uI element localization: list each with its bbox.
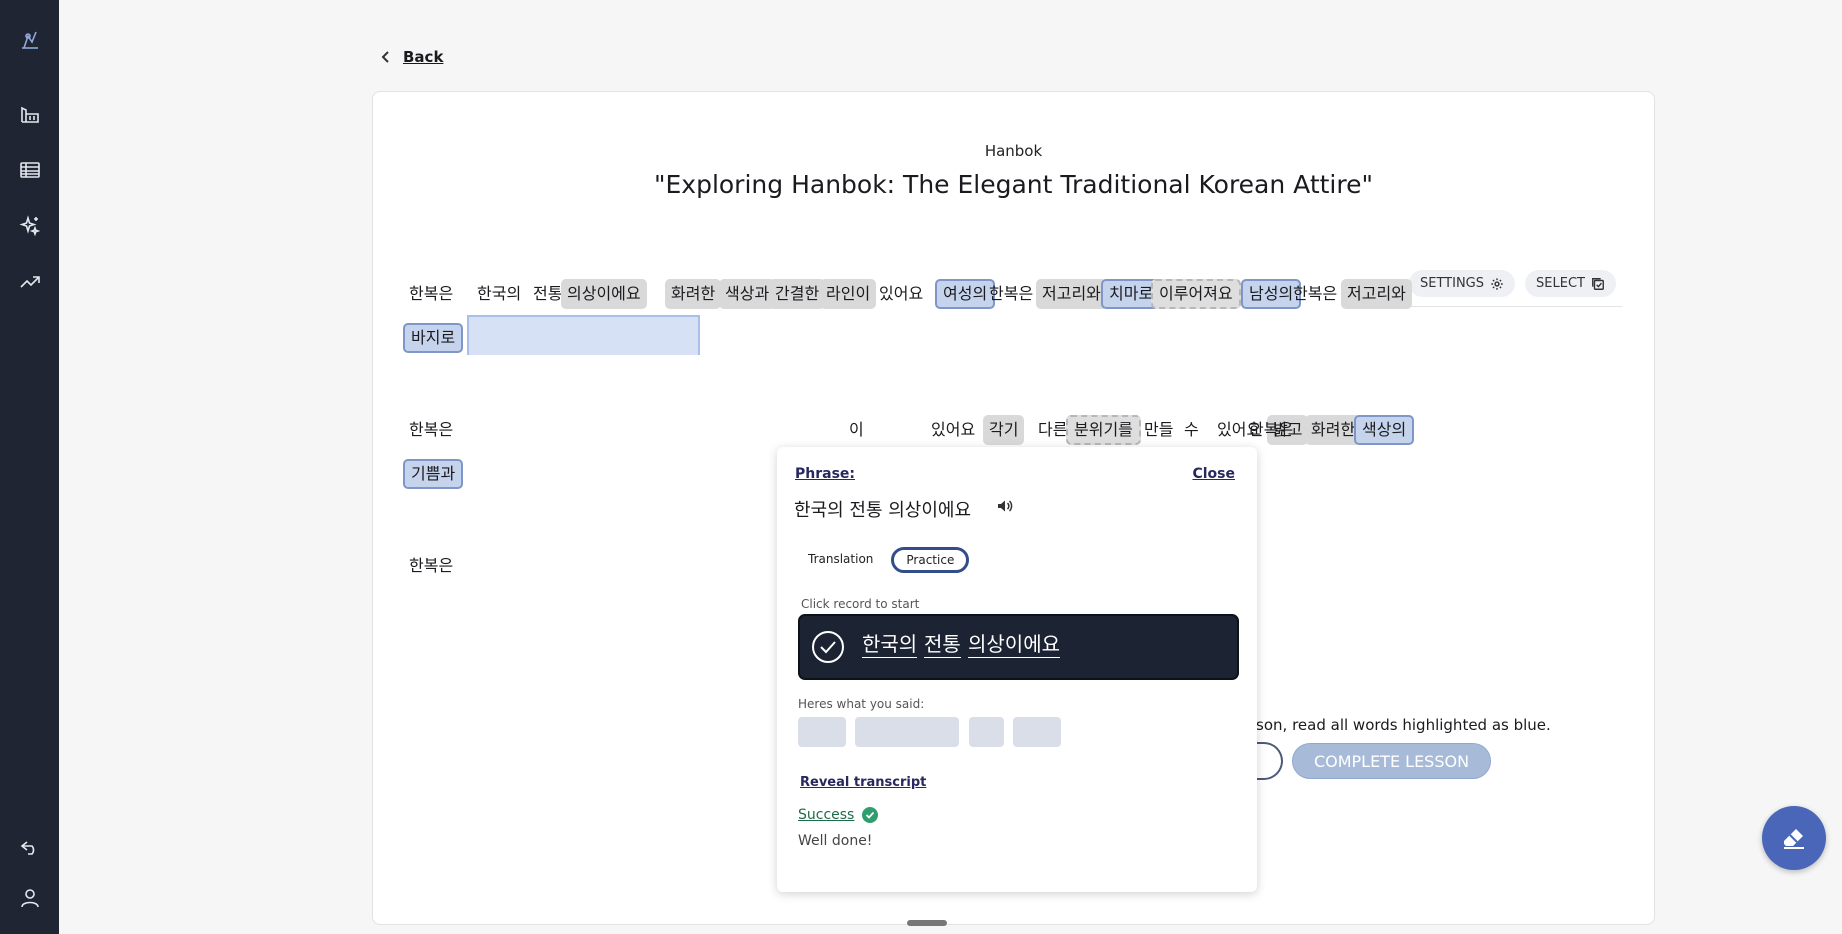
tab-practice[interactable]: Practice	[891, 547, 970, 573]
trending-up-icon[interactable]	[0, 262, 59, 302]
word-chip[interactable]: 한복은	[403, 279, 459, 309]
word-chip[interactable]: 한복은	[1243, 415, 1299, 445]
word-chip[interactable]: 있어요	[873, 279, 929, 309]
notes-fab-button[interactable]	[1762, 806, 1826, 870]
complete-lesson-button[interactable]: COMPLETE LESSON	[1292, 743, 1491, 779]
back-label: Back	[403, 48, 444, 66]
close-button[interactable]: Close	[1192, 466, 1235, 482]
record-word[interactable]: 한국의	[862, 631, 918, 658]
settings-button[interactable]: SETTINGS	[1409, 270, 1516, 297]
said-word-placeholder	[798, 717, 846, 747]
word-chip[interactable]: 라인이	[820, 279, 877, 309]
scroll-handle[interactable]	[907, 920, 947, 926]
back-link[interactable]: Back	[379, 48, 443, 66]
word-chip[interactable]: 이루어져요	[1151, 279, 1241, 309]
main-area: Back Hanbok "Exploring Hanbok: The Elega…	[59, 0, 1842, 934]
chevron-left-icon	[381, 51, 389, 63]
success-check-icon	[862, 807, 879, 823]
library-icon[interactable]	[0, 94, 59, 134]
record-word[interactable]: 전통	[924, 631, 961, 658]
record-hint: Click record to start	[801, 597, 920, 611]
success-message: Well done!	[798, 833, 873, 849]
word-chip[interactable]: 이	[843, 415, 870, 445]
select-button[interactable]: SELECT	[1525, 270, 1616, 297]
lesson-title: "Exploring Hanbok: The Elegant Tradition…	[653, 170, 1373, 199]
check-circle-icon[interactable]	[811, 630, 845, 664]
word-chip[interactable]: 의상이에요	[561, 279, 647, 309]
phrase-text: 한국의 전통 의상이에요	[794, 500, 972, 521]
eraser-icon	[1784, 829, 1804, 849]
record-word[interactable]: 의상이에요	[968, 631, 1060, 658]
word-chip[interactable]: 간결한	[769, 279, 826, 309]
undo-icon[interactable]	[0, 826, 59, 866]
record-bar[interactable]: 한국의 전통 의상이에요	[798, 614, 1239, 680]
word-chip[interactable]: 색상과	[719, 279, 776, 309]
table-icon[interactable]	[0, 150, 59, 190]
success-label: Success	[798, 807, 855, 823]
reveal-transcript-link[interactable]: Reveal transcript	[800, 775, 926, 790]
completion-instruction: esson, read all words highlighted as blu…	[1239, 716, 1551, 734]
lesson-toolbar: SETTINGS SELECT	[1409, 270, 1616, 297]
toolbar-divider	[1409, 306, 1622, 307]
word-chip[interactable]: 화려한	[665, 279, 722, 309]
check-square-icon	[1592, 277, 1604, 290]
phrase-label: Phrase:	[795, 466, 856, 482]
gear-icon	[1491, 277, 1503, 290]
user-icon[interactable]	[0, 878, 59, 918]
select-label: SELECT	[1536, 276, 1585, 291]
speaker-icon[interactable]	[995, 497, 1013, 515]
word-chip[interactable]: 만들	[1138, 415, 1179, 445]
sparkles-icon[interactable]	[0, 206, 59, 246]
word-chip[interactable]: 한복은	[403, 415, 459, 445]
word-chip[interactable]: 수	[1178, 415, 1205, 445]
word-chip[interactable]: 저고리와	[1036, 279, 1107, 309]
word-chip[interactable]: 한복은	[983, 279, 1039, 309]
said-word-placeholder	[1013, 717, 1061, 747]
said-word-placeholder	[969, 717, 1004, 747]
word-chip[interactable]: 한복은	[403, 551, 459, 581]
word-chip[interactable]: 한복은	[1287, 279, 1343, 309]
said-word-placeholder	[855, 717, 959, 747]
word-chip[interactable]: 분위기를	[1066, 415, 1141, 445]
sidebar	[0, 0, 59, 934]
word-chip[interactable]: 화려한	[1305, 415, 1362, 445]
selected-phrase-highlight	[467, 315, 700, 355]
said-label: Heres what you said:	[798, 697, 925, 711]
popup-tabs: Translation Practice	[796, 547, 970, 573]
app-logo-icon[interactable]	[0, 20, 59, 60]
lesson-topic: Hanbok	[984, 142, 1043, 160]
word-chip[interactable]: 기쁨과	[403, 459, 464, 489]
success-status: Success	[798, 807, 879, 823]
word-chip[interactable]: 있어요	[925, 415, 981, 445]
word-chip[interactable]: 한국의	[471, 279, 527, 309]
phrase-popup: Phrase: Close 한국의 전통 의상이에요 Translation P…	[777, 447, 1257, 892]
tab-translation[interactable]: Translation	[796, 547, 886, 573]
settings-label: SETTINGS	[1420, 276, 1485, 291]
lesson-card: Hanbok "Exploring Hanbok: The Elegant Tr…	[372, 91, 1655, 925]
word-chip[interactable]: 색상의	[1354, 415, 1415, 445]
word-chip[interactable]: 바지로	[403, 323, 464, 353]
word-chip[interactable]: 저고리와	[1341, 279, 1412, 309]
word-chip[interactable]: 각기	[983, 415, 1025, 445]
